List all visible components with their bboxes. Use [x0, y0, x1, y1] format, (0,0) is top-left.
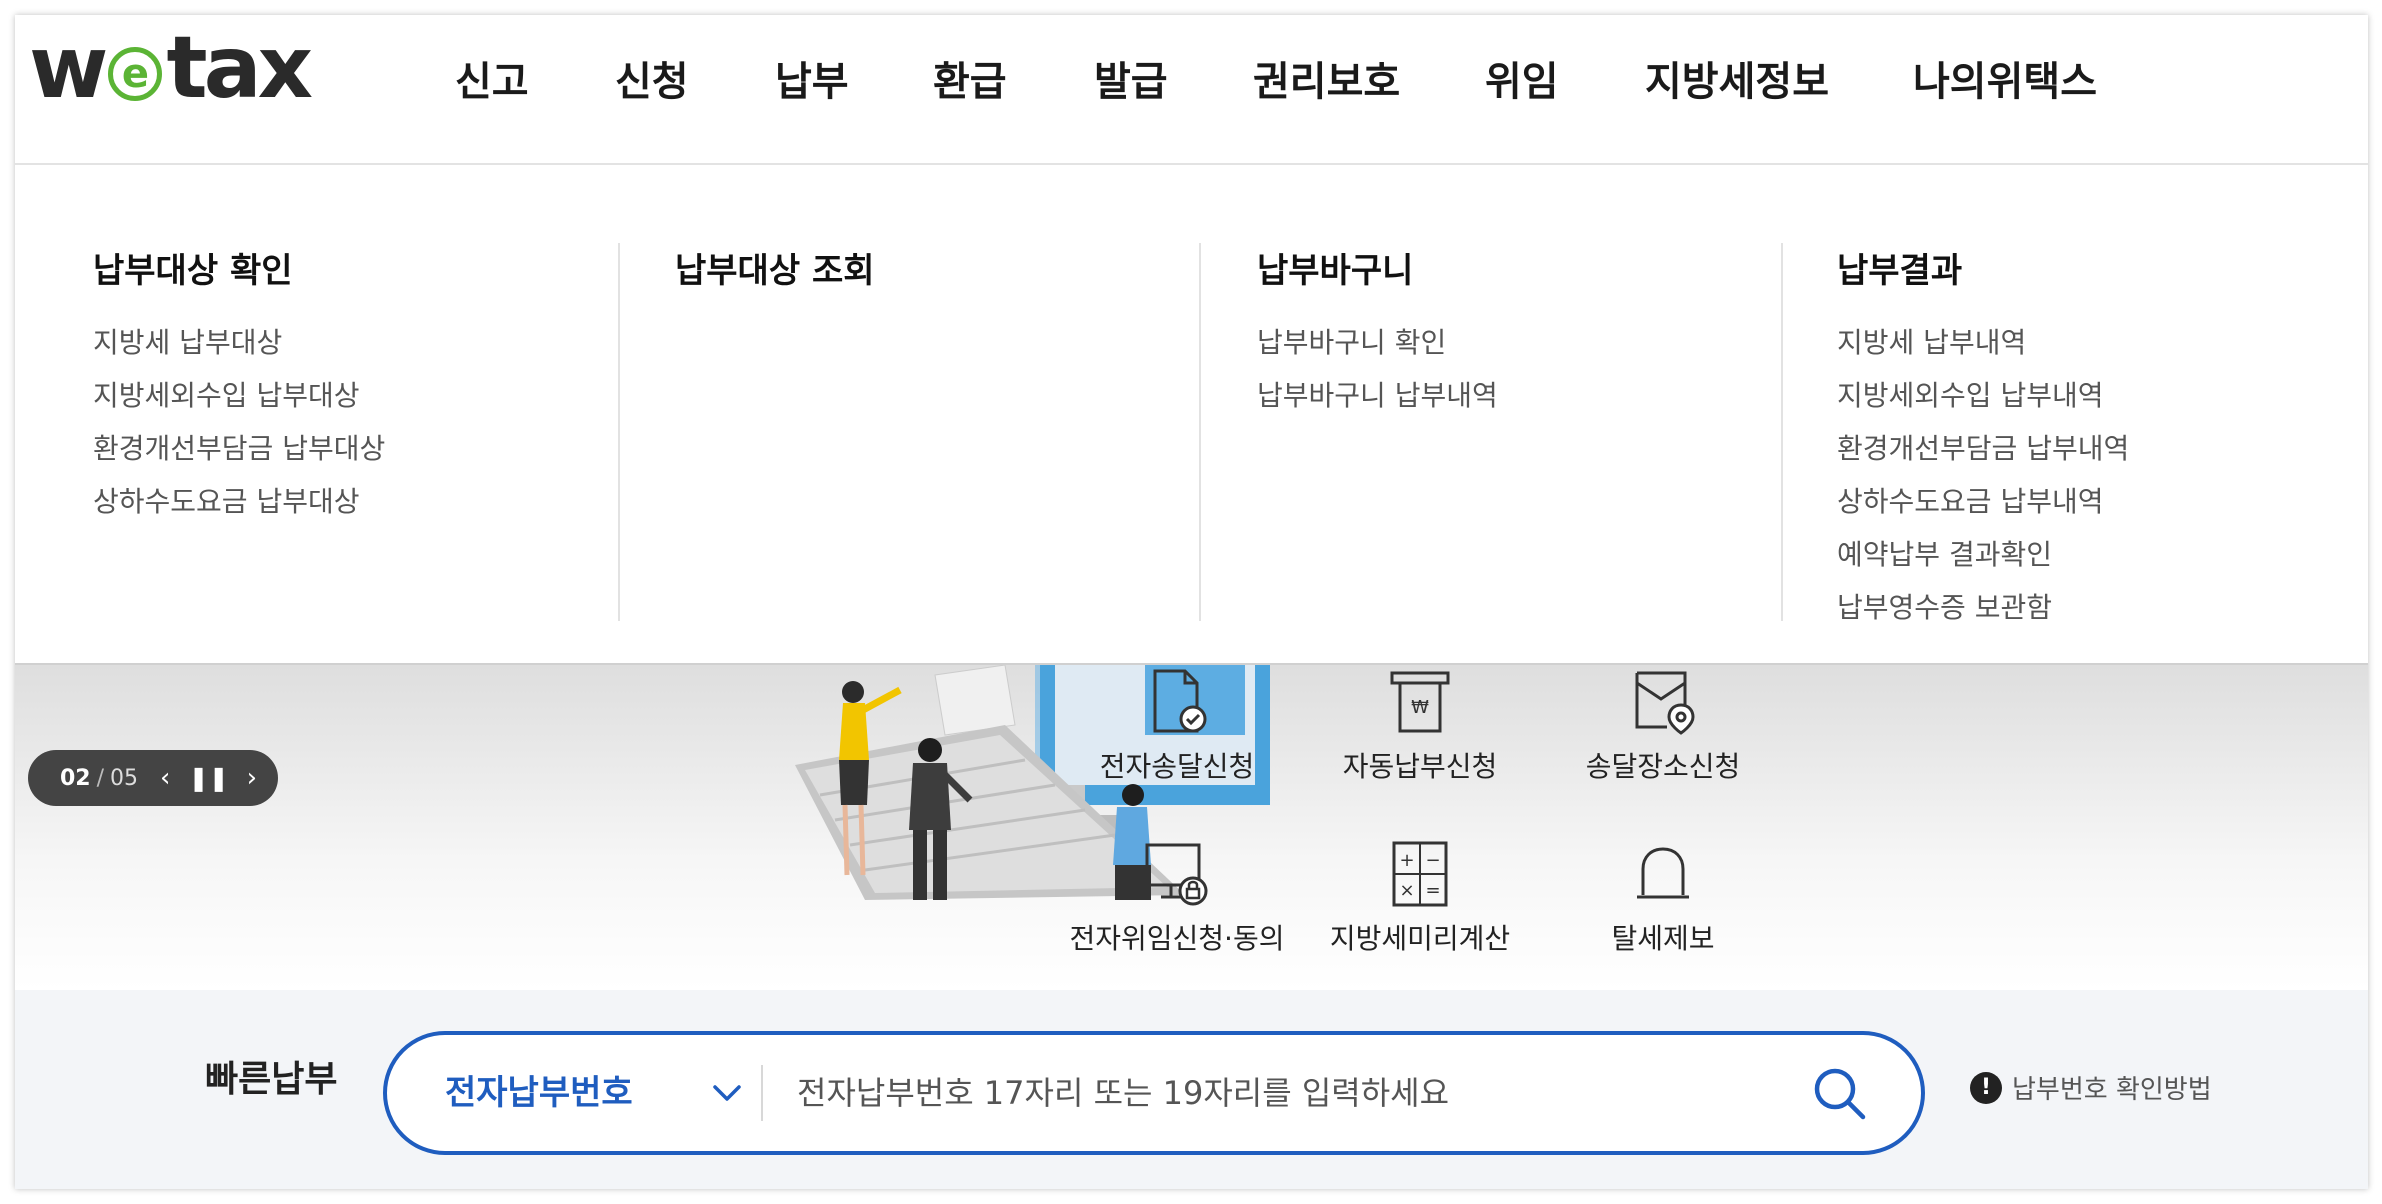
logo-e-circle: e [108, 47, 163, 101]
menu-col-title[interactable]: 납부결과 [1837, 243, 2129, 292]
quick-menu-auto-payment[interactable]: ₩ 자동납부신청 [1300, 665, 1540, 785]
mega-menu-payment: 납부대상 확인 지방세 납부대상 지방세외수입 납부대상 환경개선부담금 납부대… [15, 167, 2368, 665]
slider-total: 05 [110, 765, 139, 791]
menu-divider [618, 243, 620, 621]
gnb-item-delegation[interactable]: 위임 [1485, 49, 1559, 107]
main-visual: 02 / 05 ‹ ❚❚ › 전자송달신청 ₩ 자동납부신청 송달장소신청 전자… [15, 665, 2368, 990]
svg-text:+: + [1399, 850, 1414, 871]
menu-link[interactable]: 환경개선부담금 납부내역 [1837, 422, 2129, 475]
slider-control: 02 / 05 ‹ ❚❚ › [28, 750, 278, 806]
alarm-bell-icon [1637, 847, 1689, 899]
menu-col-payment-basket: 납부바구니 납부바구니 확인 납부바구니 납부내역 [1257, 243, 1498, 422]
menu-col-payment-target-check: 납부대상 확인 지방세 납부대상 지방세외수입 납부대상 환경개선부담금 납부대… [93, 243, 385, 528]
menu-link[interactable]: 납부바구니 납부내역 [1257, 369, 1498, 422]
quick-menu-tax-evasion-report[interactable]: 탈세제보 [1543, 837, 1783, 957]
quick-pay-band: 빠른납부 전자납부번호 ! 납부번호 확인방법 [15, 990, 2368, 1189]
monitor-lock-icon [1145, 843, 1208, 906]
menu-link[interactable]: 상하수도요금 납부내역 [1837, 475, 2129, 528]
help-link-text: 납부번호 확인방법 [2012, 1075, 2212, 1105]
menu-link[interactable]: 예약납부 결과확인 [1837, 528, 2129, 581]
slider-next-icon[interactable]: › [247, 765, 257, 791]
slider-separator: / [96, 765, 105, 791]
slider-pause-icon[interactable]: ❚❚ [188, 766, 228, 790]
quick-menu-label: 지방세미리계산 [1329, 922, 1511, 955]
gnb-item-local-tax-info[interactable]: 지방세정보 [1645, 49, 1829, 107]
menu-link[interactable]: 납부영수증 보관함 [1837, 581, 2129, 634]
quick-menu-label: 자동납부신청 [1342, 750, 1498, 783]
chevron-down-icon[interactable] [705, 1071, 749, 1115]
gnb-item-my-wetax[interactable]: 나의위택스 [1913, 49, 2097, 107]
quick-menu-label: 전자송달신청 [1099, 750, 1255, 783]
logo-text-tax: tax [166, 18, 313, 118]
auto-payment-icon: ₩ [1390, 671, 1450, 733]
gnb-item-refund[interactable]: 환급 [933, 49, 1007, 107]
gnb-item-apply[interactable]: 신청 [615, 49, 689, 107]
menu-link[interactable]: 지방세 납부내역 [1837, 316, 2129, 369]
calculator-icon: + − × = [1392, 841, 1448, 907]
menu-link[interactable]: 지방세외수입 납부대상 [93, 369, 385, 422]
quick-menu-label: 탈세제보 [1611, 922, 1715, 955]
quick-menu-delivery-place[interactable]: 송달장소신청 [1543, 665, 1783, 785]
gnb-item-issue[interactable]: 발급 [1094, 49, 1168, 107]
site-header: w e tax 신고 신청 납부 환급 발급 권리보호 위임 지방세정보 나의위택스 [15, 15, 2368, 165]
location-envelope-icon [1635, 671, 1695, 735]
menu-divider [1199, 243, 1201, 621]
payment-type-select[interactable]: 전자납부번호 [445, 1035, 633, 1151]
gnb-item-rights[interactable]: 권리보호 [1253, 49, 1400, 107]
menu-link[interactable]: 상하수도요금 납부대상 [93, 475, 385, 528]
menu-col-title[interactable]: 납부대상 확인 [93, 243, 385, 292]
svg-text:=: = [1425, 880, 1440, 901]
document-check-icon [1153, 669, 1207, 733]
menu-link[interactable]: 지방세 납부대상 [93, 316, 385, 369]
quick-menu-label: 송달장소신청 [1585, 750, 1741, 783]
quick-pay-searchbox: 전자납부번호 [383, 1031, 1925, 1155]
menu-col-title[interactable]: 납부대상 조회 [675, 243, 875, 292]
menu-col-payment-result: 납부결과 지방세 납부내역 지방세외수입 납부내역 환경개선부담금 납부내역 상… [1837, 243, 2129, 634]
payment-number-help-link[interactable]: ! 납부번호 확인방법 [1970, 1069, 2212, 1106]
menu-col-payment-target-search: 납부대상 조회 [675, 243, 875, 316]
quick-menu-label: 전자위임신청·동의 [1069, 922, 1285, 955]
gnb-item-report[interactable]: 신고 [455, 49, 529, 107]
menu-col-title[interactable]: 납부바구니 [1257, 243, 1498, 292]
search-icon[interactable] [1807, 1061, 1871, 1125]
payment-number-input[interactable] [797, 1057, 1777, 1129]
menu-divider [1781, 243, 1783, 621]
quick-menu-e-delivery[interactable]: 전자송달신청 [1057, 665, 1297, 785]
select-divider [761, 1065, 763, 1121]
slider-prev-icon[interactable]: ‹ [160, 765, 170, 791]
quick-menu-e-delegation[interactable]: 전자위임신청·동의 [1057, 837, 1297, 957]
menu-link[interactable]: 납부바구니 확인 [1257, 316, 1498, 369]
logo-text-w: w [29, 18, 108, 118]
wetax-logo[interactable]: w e tax [29, 23, 319, 113]
svg-text:×: × [1399, 880, 1414, 901]
menu-link[interactable]: 지방세외수입 납부내역 [1837, 369, 2129, 422]
svg-text:−: − [1425, 850, 1440, 871]
quick-pay-title: 빠른납부 [205, 1059, 338, 1100]
slider-current: 02 [60, 765, 91, 791]
menu-link[interactable]: 환경개선부담금 납부대상 [93, 422, 385, 475]
page-frame: w e tax 신고 신청 납부 환급 발급 권리보호 위임 지방세정보 나의위택스… [15, 15, 2368, 1189]
quick-menu-tax-calculator[interactable]: + − × = 지방세미리계산 [1300, 837, 1540, 957]
svg-text:₩: ₩ [1411, 697, 1429, 718]
gnb-item-payment[interactable]: 납부 [775, 49, 849, 107]
info-icon: ! [1970, 1071, 2002, 1104]
